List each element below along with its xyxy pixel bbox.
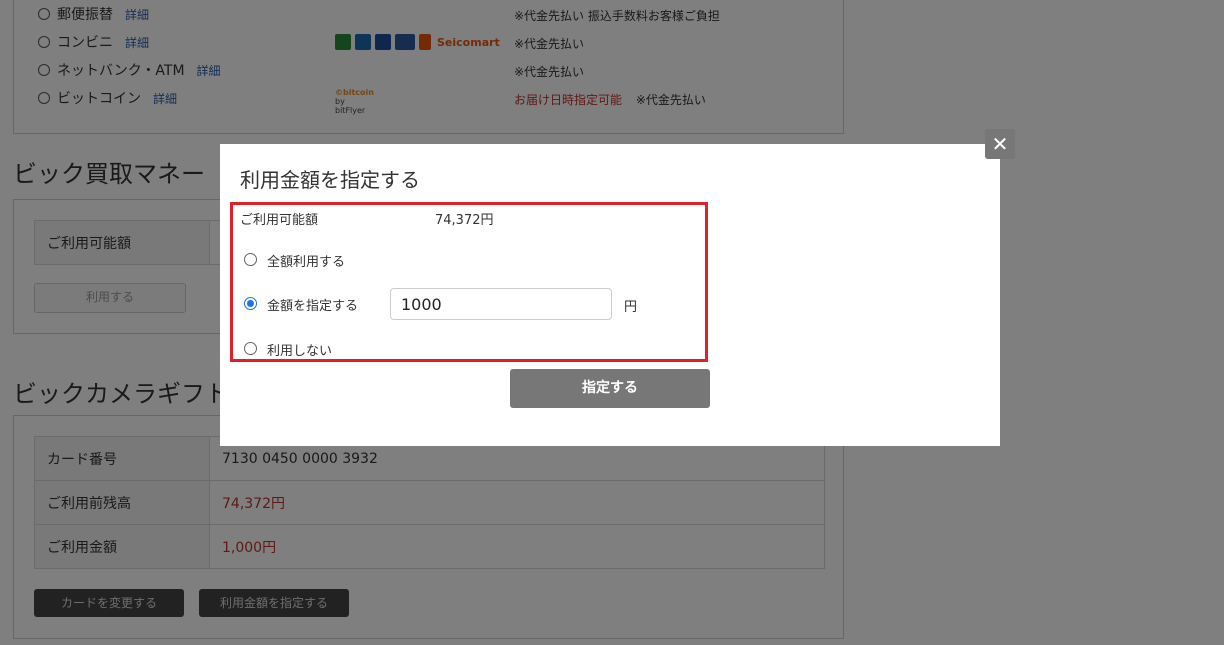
modal-available-value: 74,372円 <box>435 213 494 228</box>
full-use-label[interactable]: 全額利用する <box>267 251 345 270</box>
specify-amount-radio[interactable] <box>244 297 257 310</box>
no-use-label[interactable]: 利用しない <box>267 340 332 359</box>
modal-title: 利用金額を指定する <box>240 168 420 192</box>
submit-button[interactable]: 指定する <box>510 369 710 408</box>
currency-unit: 円 <box>624 300 638 315</box>
specify-amount-modal: 利用金額を指定する ご利用可能額 74,372円 全額利用する 金額を指定する … <box>220 144 1000 446</box>
full-use-radio[interactable] <box>244 253 257 266</box>
specify-amount-label[interactable]: 金額を指定する <box>267 295 358 314</box>
amount-input[interactable] <box>390 288 612 320</box>
close-icon[interactable]: ✕ <box>985 129 1015 159</box>
modal-available-label: ご利用可能額 <box>240 213 319 228</box>
no-use-radio[interactable] <box>244 342 257 355</box>
